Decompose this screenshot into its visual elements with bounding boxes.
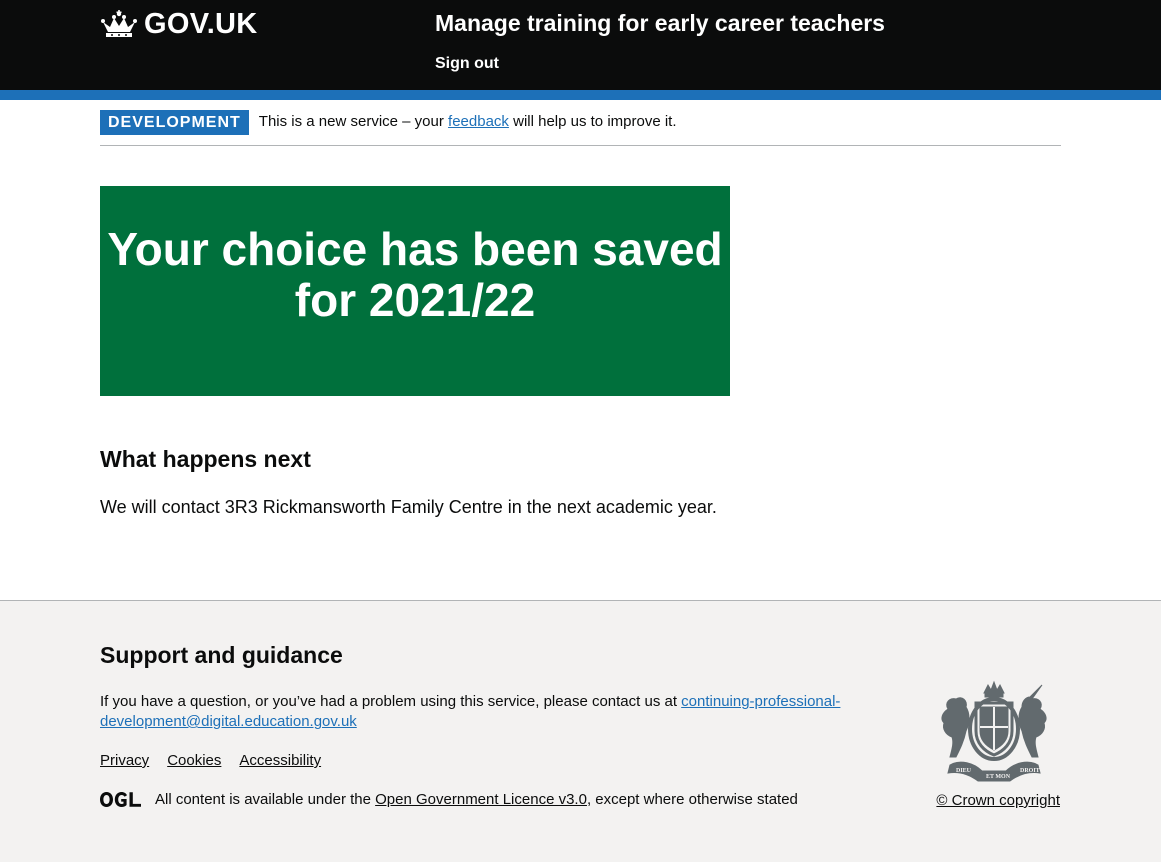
accessibility-link[interactable]: Accessibility [239, 752, 321, 769]
sign-out-link[interactable]: Sign out [435, 55, 499, 73]
crown-icon [101, 9, 137, 37]
svg-text:ET MON: ET MON [986, 774, 1011, 780]
licence-text: All content is available under the Open … [155, 791, 798, 808]
what-happens-next-heading: What happens next [100, 446, 311, 472]
site-footer: Support and guidance If you have a quest… [0, 600, 1161, 862]
privacy-link[interactable]: Privacy [100, 752, 149, 769]
licence-text-before: All content is available under the [155, 791, 376, 808]
royal-coat-of-arms-icon: DIEU ET MON DROIT [941, 680, 1047, 782]
ogl-licence-link[interactable]: Open Government Licence v3.0 [375, 791, 587, 808]
confirmation-panel: Your choice has been saved for 2021/22 [100, 186, 730, 396]
phase-text-after: will help us to improve it. [508, 113, 677, 130]
phase-banner: DEVELOPMENT This is a new service – your… [100, 110, 1061, 146]
licence-text-after: , except where otherwise stated [586, 791, 798, 808]
support-contact-text: If you have a question, or you’ve had a … [100, 692, 880, 732]
svg-text:DROIT: DROIT [1020, 768, 1040, 774]
panel-title: Your choice has been saved for 2021/22 [107, 223, 723, 326]
header-blue-stripe [0, 90, 1161, 100]
licence-row: All content is available under the Open … [100, 791, 798, 808]
support-heading: Support and guidance [100, 642, 343, 668]
ogl-logo-icon [100, 792, 141, 807]
svg-text:DIEU: DIEU [956, 768, 972, 774]
govuk-logo-text: GOV.UK [144, 8, 258, 40]
phase-text-before: This is a new service – your [258, 113, 449, 130]
next-steps-text: We will contact 3R3 Rickmansworth Family… [100, 497, 717, 517]
cookies-link[interactable]: Cookies [167, 752, 221, 769]
feedback-link[interactable]: feedback [448, 113, 509, 130]
service-name-link[interactable]: Manage training for early career teacher… [435, 10, 885, 37]
contact-text: If you have a question, or you’ve had a … [100, 693, 682, 710]
phase-banner-text: This is a new service – your feedback wi… [259, 110, 677, 134]
site-header: GOV.UK Manage training for early career … [0, 0, 1161, 90]
footer-links: Privacy Cookies Accessibility [100, 752, 339, 769]
crown-copyright-link[interactable]: © Crown copyright [936, 792, 1060, 809]
phase-tag: DEVELOPMENT [100, 110, 249, 135]
govuk-logo-link[interactable]: GOV.UK [100, 8, 258, 41]
